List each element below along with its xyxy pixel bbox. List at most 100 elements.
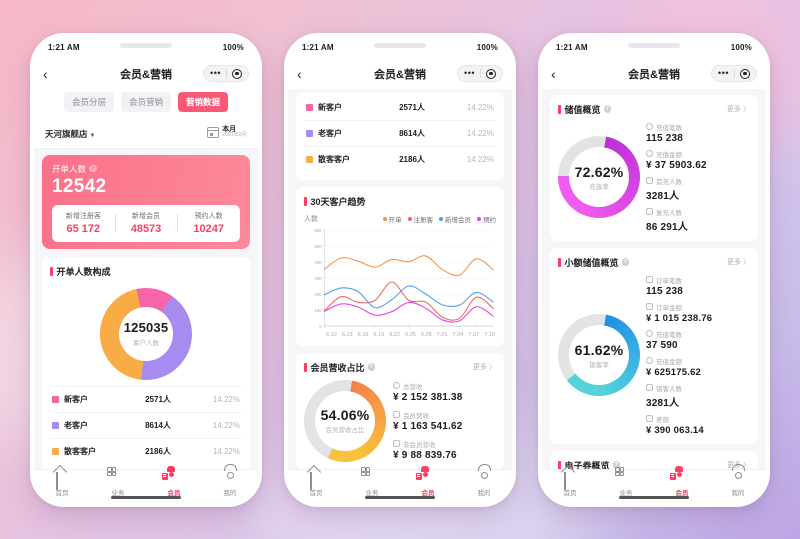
tab-home[interactable]: 首页 <box>34 471 90 497</box>
period-selector[interactable]: 本月 2021年8月 <box>207 126 247 139</box>
trend-svg: 0 100 200 300 400 500 600 <box>314 227 494 328</box>
help-icon[interactable]: ? <box>89 164 97 173</box>
phone-2-screen: 1:21 AM 100% ‹ 会员&营销 ••• 新客户 2571人 14.22… <box>288 36 512 503</box>
svg-text:0: 0 <box>319 323 322 328</box>
chart-legend: 人数 开单 注册客 新增会员 预约 <box>304 214 496 224</box>
small-stored-body: 61.62% 锁客率 订单笔数 115 238 订单金额 ¥ 1 015 238… <box>558 275 750 436</box>
kv-total-revenue: 总营收 ¥ 2 152 381.38 <box>393 381 496 403</box>
kv-order-count: 订单笔数 115 238 <box>646 275 748 297</box>
status-time: 1:21 AM <box>48 43 80 52</box>
more-link[interactable]: 更多 〉 <box>727 104 750 114</box>
tab-member[interactable]: 会员 <box>400 465 456 497</box>
tab-member-tier[interactable]: 会员分层 <box>63 91 114 112</box>
x-axis-tick: 6.10 <box>326 331 337 338</box>
kv-label-text: 充值笔数 <box>656 124 682 132</box>
phone-3-content[interactable]: 储值概览 ? 更多 〉 72.62% 充值率 充值笔数 115 238 充值金额… <box>542 89 766 469</box>
tab-home[interactable]: 首页 <box>288 471 344 497</box>
kv-value-text: ¥ 1 015 238.76 <box>646 312 713 324</box>
kv-recharge-count: 充值笔数 115 238 <box>646 122 748 144</box>
metric-label: 预约人数 <box>194 212 223 220</box>
tab-profile[interactable]: 我的 <box>456 472 512 497</box>
x-axis-tick: 6.22 <box>389 331 401 338</box>
kv-value-text: ¥ 625175.62 <box>646 366 702 378</box>
nav-bar: ‹ 会员&营销 ••• <box>542 58 766 89</box>
tab-profile[interactable]: 我的 <box>710 472 766 497</box>
tab-business[interactable]: 业务 <box>598 467 654 497</box>
back-icon[interactable]: ‹ <box>43 67 63 81</box>
member-icon <box>161 465 181 485</box>
capsule-divider <box>480 69 481 78</box>
back-icon[interactable]: ‹ <box>551 67 571 81</box>
stored-value-title: 储值概览 <box>564 104 601 115</box>
home-icon <box>563 471 577 490</box>
card-icon <box>393 440 400 447</box>
target-icon[interactable] <box>232 68 242 79</box>
hero-label-row: 开单人数 ? <box>52 163 240 175</box>
x-axis-ticks: 6.10 6.13 6.16 6.19 6.22 6.25 6.28 7.01 7.04 7.07… <box>304 330 496 338</box>
svg-text:600: 600 <box>314 227 322 232</box>
status-battery: 100% <box>730 43 752 52</box>
revenue-body: 54.06% 会员营收占比 总营收 ¥ 2 152 381.38 会员营收 ¥ … <box>304 379 496 462</box>
notch-speaker <box>628 42 680 48</box>
diff-icon <box>646 415 653 422</box>
target-icon[interactable] <box>740 68 750 79</box>
more-link[interactable]: 更多 〉 <box>473 362 496 372</box>
receipt-icon <box>646 276 653 283</box>
svg-text:300: 300 <box>314 275 322 280</box>
donut-center-value: 61.62% <box>574 341 624 358</box>
small-stored-kv-list: 订单笔数 115 238 订单金额 ¥ 1 015 238.76 充值笔数 37… <box>646 275 750 436</box>
x-axis-tick: 7.07 <box>468 331 480 338</box>
kv-value-text: 86 291人 <box>646 221 688 233</box>
legend-entry[interactable]: 新增会员 <box>439 214 471 224</box>
y-axis-label: 人数 <box>304 215 318 223</box>
more-dots-icon[interactable]: ••• <box>718 69 729 78</box>
tab-profile[interactable]: 我的 <box>202 472 258 497</box>
table-row: 新客户 2571人 14.22% <box>50 385 242 412</box>
status-bar: 1:21 AM 100% <box>288 36 512 59</box>
legend-items[interactable]: 开单 注册客 新增会员 预约 <box>382 214 496 224</box>
kv-value-text: 115 238 <box>646 285 683 297</box>
stored-value-card: 储值概览 ? 更多 〉 72.62% 充值率 充值笔数 115 238 充值金额… <box>550 94 758 241</box>
tab-label: 我的 <box>731 489 745 497</box>
kv-label-text: 充值笔数 <box>656 331 682 339</box>
phone-2-content[interactable]: 新客户 2571人 14.22% 老客户 8614人 14.22% 散客客户 2… <box>288 89 512 469</box>
receipt-icon <box>646 123 653 130</box>
tab-member-marketing[interactable]: 会员营销 <box>120 91 171 112</box>
more-dots-icon[interactable]: ••• <box>464 69 475 78</box>
person-icon <box>646 384 653 391</box>
kv-value-text: 37 590 <box>646 339 678 351</box>
legend-swatch <box>306 155 313 163</box>
legend-entry[interactable]: 开单 <box>382 214 402 224</box>
more-link[interactable]: 更多 〉 <box>727 257 750 267</box>
kv-difference: 差额 ¥ 390 063.14 <box>646 414 748 436</box>
tab-marketing-data[interactable]: 营销数据 <box>178 91 229 112</box>
help-icon[interactable]: ? <box>603 105 612 113</box>
tab-member[interactable]: 会员 <box>146 465 202 497</box>
target-icon[interactable] <box>486 68 496 79</box>
tab-member[interactable]: 会员 <box>654 465 710 497</box>
person-icon <box>646 208 653 215</box>
help-icon[interactable]: ? <box>367 363 376 371</box>
kv-order-amount: 订单金额 ¥ 1 015 238.76 <box>646 302 748 324</box>
tab-business[interactable]: 业务 <box>90 467 146 497</box>
tab-business[interactable]: 业务 <box>344 467 400 497</box>
back-icon[interactable]: ‹ <box>297 67 317 81</box>
more-dots-icon[interactable]: ••• <box>210 69 221 78</box>
legend-entry[interactable]: 预约 <box>477 214 496 224</box>
grid-icon <box>107 467 125 485</box>
hero-value: 12542 <box>52 175 107 197</box>
tab-home[interactable]: 首页 <box>542 471 598 497</box>
composition-header: 开单人数构成 <box>50 265 242 278</box>
x-axis-tick: 6.19 <box>373 331 385 338</box>
card-icon <box>393 411 400 418</box>
yen-circle-icon <box>646 303 653 310</box>
legend-value: 2571人 <box>145 394 171 404</box>
legend-dot-icon <box>382 216 387 221</box>
legend-entry[interactable]: 注册客 <box>407 214 433 224</box>
store-selector[interactable]: 天河旗舰店 ▼ <box>45 124 95 142</box>
kv-member-revenue: 会员营收 ¥ 1 163 541.62 <box>393 410 496 432</box>
trend-plot: 0 100 200 300 400 500 600 <box>304 226 496 330</box>
svg-text:500: 500 <box>314 243 322 248</box>
phone-1-content[interactable]: 开单人数 ? 12542 新增注册客 65 172 新增会员 48573 预约人… <box>34 149 258 469</box>
help-icon[interactable]: ? <box>621 258 630 266</box>
